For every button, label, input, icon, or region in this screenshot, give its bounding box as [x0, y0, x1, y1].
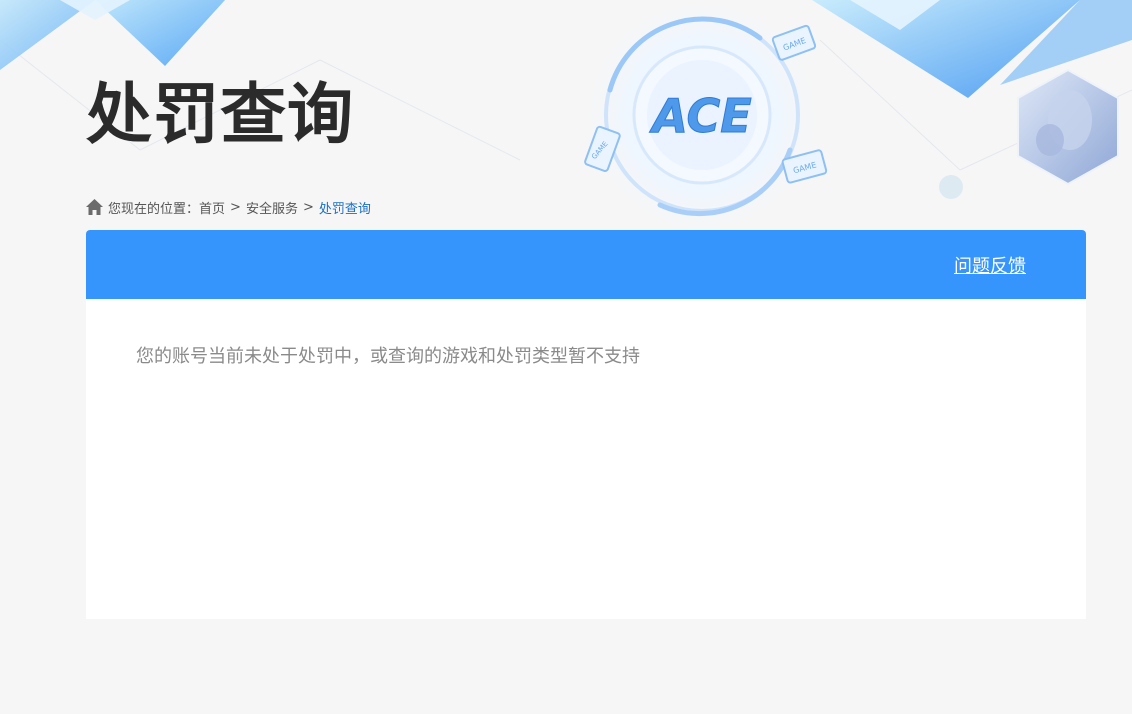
- breadcrumb-label: 您现在的位置：: [108, 201, 200, 217]
- breadcrumb: 您现在的位置： 首页 > 安全服务 > 处罚查询: [86, 197, 371, 217]
- result-panel: 问题反馈 您的账号当前未处于处罚中，或查询的游戏和处罚类型暂不支持: [86, 230, 1086, 619]
- breadcrumb-current: 处罚查询: [318, 201, 371, 217]
- feedback-link[interactable]: 问题反馈: [954, 252, 1026, 278]
- home-icon: [86, 199, 103, 215]
- breadcrumb-separator: >: [302, 199, 314, 215]
- breadcrumb-item-security-service[interactable]: 安全服务: [246, 198, 298, 217]
- result-message: 您的账号当前未处于处罚中，或查询的游戏和处罚类型暂不支持: [136, 346, 640, 367]
- breadcrumb-separator: >: [230, 199, 241, 215]
- panel-header: 问题反馈: [86, 230, 1086, 299]
- page: ACE GAME GAME GAME 处罚查询 您现在的位置： 首页 > 安全服…: [0, 0, 1132, 714]
- breadcrumb-item-home[interactable]: 首页: [199, 198, 225, 217]
- page-title: 处罚查询: [86, 76, 354, 153]
- ace-logo: ACE: [649, 89, 751, 143]
